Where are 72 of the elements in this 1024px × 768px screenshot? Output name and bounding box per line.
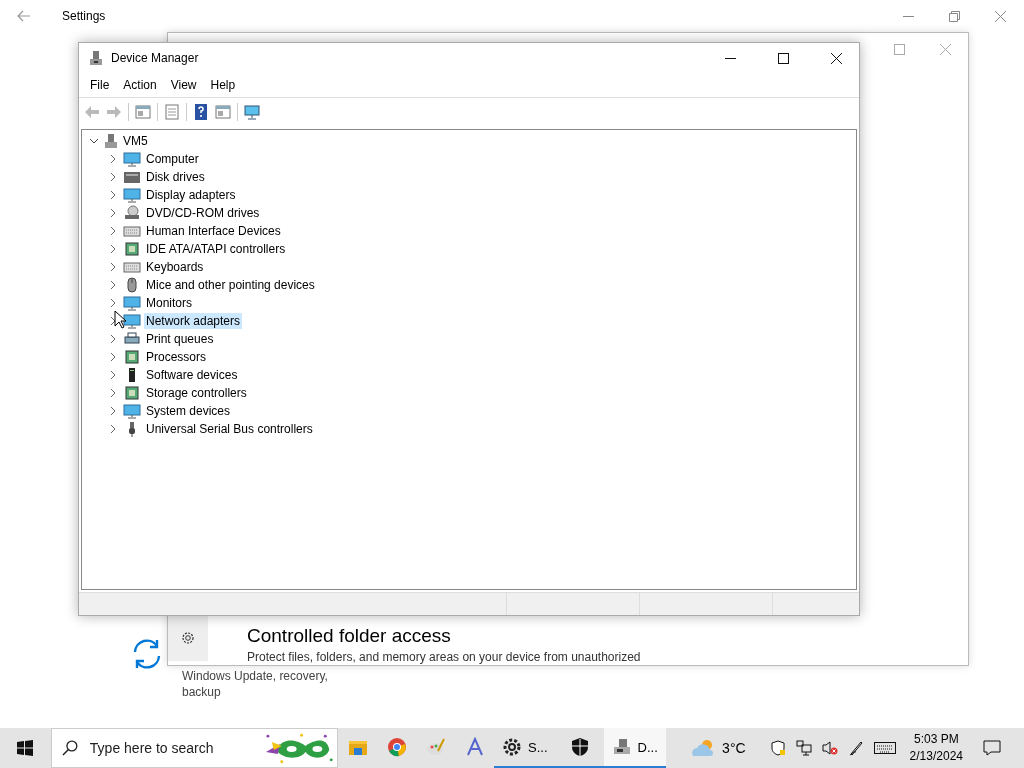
menu-item[interactable]: Help bbox=[203, 78, 243, 92]
time: 5:03 PM bbox=[913, 731, 959, 748]
drive-icon bbox=[123, 169, 141, 185]
date: 2/13/2024 bbox=[909, 748, 963, 765]
back-arrow-icon[interactable] bbox=[17, 10, 31, 22]
temperature[interactable]: 3°C bbox=[722, 740, 746, 756]
disc-icon bbox=[123, 205, 141, 221]
menu-item[interactable]: File bbox=[83, 78, 117, 92]
shield-icon[interactable] bbox=[769, 740, 786, 756]
chip-icon bbox=[123, 385, 141, 401]
tree-item[interactable]: Mice and other pointing devices bbox=[144, 277, 317, 293]
tree-item[interactable]: Processors bbox=[144, 349, 209, 365]
search-icon bbox=[62, 740, 78, 756]
monitor-icon bbox=[123, 403, 141, 419]
tree-item[interactable]: Network adapters bbox=[144, 313, 243, 329]
taskbar-button[interactable]: D... bbox=[603, 728, 666, 768]
shield-icon bbox=[569, 737, 590, 757]
tree-item[interactable]: Print queues bbox=[144, 331, 216, 347]
taskbar-button[interactable]: S... bbox=[494, 728, 556, 768]
pen-icon[interactable] bbox=[847, 740, 864, 756]
computer-icon bbox=[611, 737, 632, 757]
monitor-icon bbox=[123, 187, 141, 203]
menu-item[interactable]: View bbox=[163, 78, 204, 92]
tree-item[interactable]: System devices bbox=[144, 403, 233, 419]
keyboard-icon[interactable] bbox=[873, 741, 896, 755]
search-input[interactable]: Type here to search bbox=[87, 739, 252, 757]
tree-item[interactable]: VM5 bbox=[121, 133, 150, 149]
maximize-icon[interactable] bbox=[778, 52, 789, 64]
tree-item[interactable]: Computer bbox=[144, 151, 201, 167]
computer-icon bbox=[104, 133, 118, 149]
chevron-down-icon[interactable] bbox=[89, 136, 99, 146]
item-title[interactable]: Controlled folder access bbox=[247, 625, 451, 647]
printer-icon bbox=[123, 331, 141, 347]
tree-item[interactable]: Software devices bbox=[144, 367, 240, 383]
restore-icon[interactable] bbox=[949, 11, 960, 22]
network-icon[interactable] bbox=[795, 740, 812, 756]
palette-icon bbox=[425, 737, 446, 757]
gear-icon bbox=[502, 737, 522, 757]
tree-item[interactable]: Storage controllers bbox=[144, 385, 249, 401]
tree-item[interactable]: Universal Serial Bus controllers bbox=[144, 421, 315, 437]
window-title: Device Manager bbox=[111, 51, 199, 65]
nav-item[interactable]: Windows Update, recovery, backup bbox=[182, 668, 332, 700]
tree-item[interactable]: Human Interface Devices bbox=[144, 223, 283, 239]
speaker-muted-icon[interactable] bbox=[821, 740, 838, 756]
monitor-icon bbox=[123, 313, 141, 329]
help-icon[interactable] bbox=[193, 104, 209, 120]
tree-item[interactable]: DVD/CD-ROM drives bbox=[144, 205, 262, 221]
monitor-icon bbox=[123, 151, 141, 167]
window-title: Settings bbox=[62, 9, 106, 23]
tree-item[interactable]: IDE ATA/ATAPI controllers bbox=[144, 241, 288, 257]
menu-item[interactable]: Action bbox=[116, 78, 164, 92]
tree-item[interactable]: Keyboards bbox=[144, 259, 206, 275]
monitor-icon[interactable] bbox=[244, 104, 260, 120]
keyboard-icon bbox=[123, 259, 141, 275]
computer-icon bbox=[89, 50, 103, 66]
browser-icon bbox=[386, 737, 407, 757]
tree-item[interactable]: Display adapters bbox=[144, 187, 238, 203]
monitor-icon bbox=[123, 295, 141, 311]
chip-icon bbox=[123, 241, 141, 257]
close-icon[interactable] bbox=[831, 52, 842, 64]
cursor-icon bbox=[114, 310, 126, 329]
gear-icon bbox=[180, 630, 196, 646]
chip-icon bbox=[123, 349, 141, 365]
tree-item[interactable]: Monitors bbox=[144, 295, 194, 311]
letter-icon bbox=[464, 737, 485, 757]
clock[interactable]: 5:03 PM 2/13/2024 bbox=[909, 731, 963, 765]
notification-icon[interactable] bbox=[983, 740, 1001, 756]
item-description: Protect files, folders, and memory areas on your device from unauthorized bbox=[247, 650, 641, 664]
tree-item[interactable]: Disk drives bbox=[144, 169, 207, 185]
windows-logo-icon[interactable] bbox=[17, 740, 33, 756]
keyboard-icon bbox=[123, 223, 141, 239]
search-bar[interactable]: Type here to search bbox=[51, 728, 338, 768]
